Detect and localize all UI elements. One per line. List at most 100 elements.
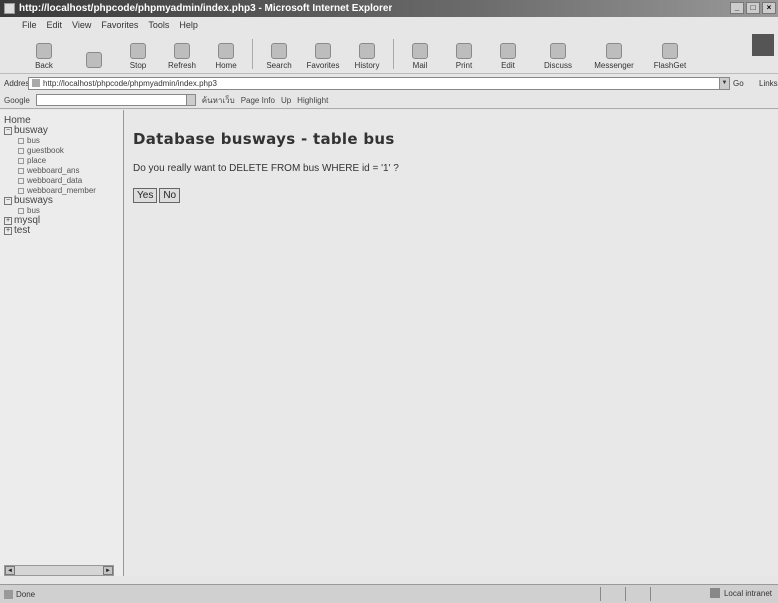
table-link[interactable]: guestbook — [4, 146, 123, 156]
window-title: http://localhost/phpcode/phpmyadmin/inde… — [19, 3, 393, 14]
windows-logo-icon — [752, 34, 774, 56]
expand-icon[interactable]: + — [4, 217, 12, 225]
status-divider — [650, 587, 651, 601]
menu-bar: File Edit View Favorites Tools Help — [0, 17, 778, 33]
security-zone: Local intranet — [709, 588, 772, 598]
google-toolbar: Google ค้นหาเว็บ Page Info Up Highlight — [0, 92, 778, 109]
search-dropdown-icon[interactable] — [185, 95, 195, 105]
table-icon — [18, 168, 24, 174]
menu-edit[interactable]: Edit — [47, 20, 63, 30]
flashget-button[interactable]: FlashGet — [644, 43, 696, 73]
discuss-icon — [550, 43, 566, 59]
table-link[interactable]: place — [4, 156, 123, 166]
intranet-icon — [709, 588, 720, 598]
expand-icon[interactable]: + — [4, 227, 12, 235]
home-icon — [218, 43, 234, 59]
back-button[interactable]: Back — [18, 43, 70, 73]
forward-button[interactable] — [74, 52, 114, 73]
menu-view[interactable]: View — [72, 20, 91, 30]
collapse-icon[interactable]: − — [4, 197, 12, 205]
stop-button[interactable]: Stop — [118, 43, 158, 73]
refresh-icon — [174, 43, 190, 59]
menu-tools[interactable]: Tools — [148, 20, 169, 30]
address-input[interactable]: http://localhost/phpcode/phpmyadmin/inde… — [28, 76, 730, 90]
db-test[interactable]: + test — [4, 226, 123, 236]
browser-window: http://localhost/phpcode/phpmyadmin/inde… — [0, 0, 778, 603]
messenger-button[interactable]: Messenger — [588, 43, 640, 73]
maximize-button[interactable]: □ — [746, 2, 760, 14]
no-button[interactable]: No — [159, 188, 181, 203]
database-tree: Home − busway bus guestbook place webboar… — [0, 110, 123, 236]
mail-icon — [412, 43, 428, 59]
google-brand[interactable]: Google — [4, 96, 30, 105]
mail-button[interactable]: Mail — [400, 43, 440, 73]
standard-toolbar: Back Stop Refresh Home Search Favorites … — [0, 33, 778, 74]
edit-icon — [500, 43, 516, 59]
history-button[interactable]: History — [347, 43, 387, 73]
table-icon — [18, 188, 24, 194]
refresh-button[interactable]: Refresh — [162, 43, 202, 73]
status-text: Done — [16, 589, 36, 599]
table-icon — [18, 138, 24, 144]
discuss-button[interactable]: Discuss — [532, 43, 584, 73]
title-bar: http://localhost/phpcode/phpmyadmin/inde… — [0, 0, 778, 17]
page-info-button[interactable]: Page Info — [241, 96, 275, 105]
confirm-buttons: Yes No — [133, 188, 181, 203]
horizontal-scrollbar[interactable]: ◄ ► — [4, 565, 114, 576]
table-icon — [18, 158, 24, 164]
page-icon — [32, 79, 40, 87]
table-link[interactable]: bus — [4, 136, 123, 146]
ie-icon — [4, 3, 15, 14]
messenger-icon — [606, 43, 622, 59]
menu-file[interactable]: File — [22, 20, 37, 30]
favorites-icon — [315, 43, 331, 59]
toolbar-search-input[interactable] — [35, 94, 196, 106]
home-button[interactable]: Home — [206, 43, 246, 73]
scroll-left-icon[interactable]: ◄ — [5, 566, 15, 575]
db-busway[interactable]: − busway — [4, 126, 123, 136]
left-nav-frame: Home − busway bus guestbook place webboar… — [0, 110, 124, 576]
search-icon — [271, 43, 287, 59]
printer-icon — [456, 43, 472, 59]
main-content-frame: Database busways - table bus Do you real… — [125, 110, 778, 576]
collapse-icon[interactable]: − — [4, 127, 12, 135]
minimize-button[interactable]: _ — [730, 2, 744, 14]
window-controls: _ □ × — [730, 2, 776, 14]
db-busways[interactable]: − busways — [4, 196, 123, 206]
status-bar: Done Local intranet — [0, 584, 778, 603]
table-link[interactable]: webboard_data — [4, 176, 123, 186]
table-icon — [18, 148, 24, 154]
status-divider — [625, 587, 626, 601]
print-button[interactable]: Print — [444, 43, 484, 73]
table-icon — [18, 208, 24, 214]
history-icon — [359, 43, 375, 59]
menu-help[interactable]: Help — [179, 20, 198, 30]
stop-icon — [130, 43, 146, 59]
table-icon — [18, 178, 24, 184]
search-button[interactable]: Search — [259, 43, 299, 73]
search-web-button[interactable]: ค้นหาเว็บ — [202, 94, 235, 107]
address-url: http://localhost/phpcode/phpmyadmin/inde… — [43, 78, 217, 88]
scroll-right-icon[interactable]: ► — [103, 566, 113, 575]
up-button[interactable]: Up — [281, 96, 291, 105]
menu-favorites[interactable]: Favorites — [101, 20, 138, 30]
edit-button[interactable]: Edit — [488, 43, 528, 73]
flashget-icon — [662, 43, 678, 59]
yes-button[interactable]: Yes — [133, 188, 158, 203]
back-arrow-icon — [36, 43, 52, 59]
address-dropdown-icon[interactable]: ▼ — [719, 77, 729, 89]
highlight-button[interactable]: Highlight — [297, 96, 328, 105]
favorites-button[interactable]: Favorites — [303, 43, 343, 73]
table-link[interactable]: webboard_ans — [4, 166, 123, 176]
address-bar: Address http://localhost/phpcode/phpmyad… — [0, 75, 778, 91]
status-divider — [600, 587, 601, 601]
page-title: Database busways - table bus — [133, 130, 395, 148]
forward-arrow-icon — [86, 52, 102, 68]
toolbar-separator — [252, 39, 253, 69]
go-button[interactable]: Go — [733, 79, 759, 88]
close-button[interactable]: × — [762, 2, 776, 14]
toolbar-separator — [393, 39, 394, 69]
links-button[interactable]: Links — [759, 79, 778, 88]
delete-confirm-message: Do you really want to DELETE FROM bus WH… — [133, 163, 399, 174]
page-done-icon — [4, 589, 13, 599]
